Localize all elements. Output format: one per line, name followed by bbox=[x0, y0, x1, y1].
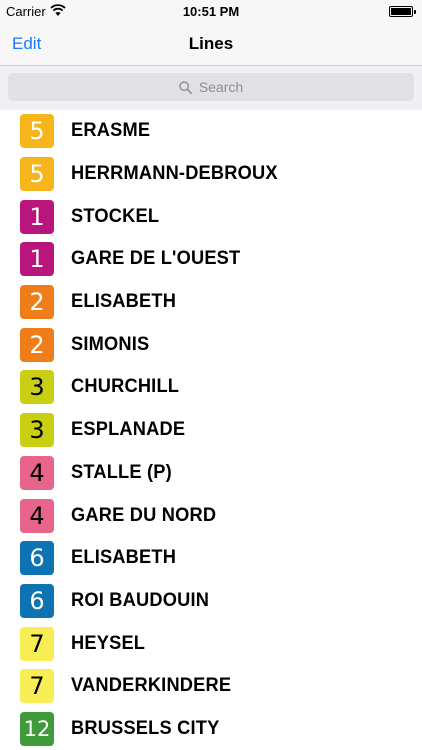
search-placeholder: Search bbox=[198, 79, 244, 95]
status-bar: Carrier 10:51 PM bbox=[0, 0, 422, 22]
line-number-badge: 2 bbox=[20, 285, 54, 320]
line-number-badge: 5 bbox=[20, 157, 54, 192]
line-number-badge: 3 bbox=[20, 413, 54, 448]
line-number-badge: 2 bbox=[20, 327, 54, 362]
line-number-badge: 1 bbox=[20, 242, 54, 277]
line-row[interactable]: 6 ELISABETH bbox=[0, 537, 422, 580]
line-destination: BRUSSELS CITY bbox=[71, 717, 220, 739]
line-destination: GARE DE L'OUEST bbox=[71, 248, 241, 270]
line-number-badge: 7 bbox=[20, 669, 54, 704]
line-destination: CHURCHILL bbox=[71, 376, 180, 398]
line-number-badge: 3 bbox=[20, 370, 54, 405]
line-row[interactable]: 1 GARE DE L'OUEST bbox=[0, 238, 422, 281]
status-time: 10:51 PM bbox=[182, 4, 240, 19]
line-number-badge: 6 bbox=[20, 541, 54, 576]
line-row[interactable]: 3 CHURCHILL bbox=[0, 366, 422, 409]
line-row[interactable]: 5 HERRMANN-DEBROUX bbox=[0, 153, 422, 196]
line-destination: HEYSEL bbox=[71, 632, 146, 654]
line-number-badge: 4 bbox=[20, 455, 54, 490]
line-row[interactable]: 7 HEYSEL bbox=[0, 622, 422, 665]
search-input[interactable]: Search bbox=[8, 73, 414, 101]
navigation-bar: Edit Lines bbox=[0, 22, 422, 66]
line-number-badge: 7 bbox=[20, 626, 54, 661]
line-destination: STOCKEL bbox=[71, 205, 160, 227]
lines-list: 5 ERASME 5 HERRMANN-DEBROUX 1 STOCKEL 1 GARE DE… bbox=[0, 110, 422, 750]
line-destination: ROI BAUDOUIN bbox=[71, 589, 210, 611]
line-number-badge: 1 bbox=[20, 199, 54, 234]
line-number-badge: 4 bbox=[20, 498, 54, 533]
line-destination: ERASME bbox=[71, 120, 151, 142]
line-destination: VANDERKINDERE bbox=[71, 675, 232, 697]
line-row[interactable]: 4 STALLE (P) bbox=[0, 452, 422, 495]
line-number-badge: 12 bbox=[20, 711, 54, 746]
line-destination: HERRMANN-DEBROUX bbox=[71, 163, 278, 185]
line-number-badge: 5 bbox=[20, 114, 54, 149]
page-title: Lines bbox=[188, 34, 234, 53]
search-bar: Search bbox=[0, 66, 422, 110]
line-row[interactable]: 6 ROI BAUDOUIN bbox=[0, 580, 422, 623]
line-number-badge: 6 bbox=[20, 583, 54, 618]
line-row[interactable]: 4 GARE DU NORD bbox=[0, 494, 422, 537]
line-row[interactable]: 1 STOCKEL bbox=[0, 195, 422, 238]
search-icon bbox=[179, 80, 192, 94]
battery-icon bbox=[389, 6, 416, 17]
line-row[interactable]: 7 VANDERKINDERE bbox=[0, 665, 422, 708]
line-row[interactable]: 5 ERASME bbox=[0, 110, 422, 153]
line-row[interactable]: 3 ESPLANADE bbox=[0, 409, 422, 452]
line-destination: GARE DU NORD bbox=[71, 504, 217, 526]
line-destination: ELISABETH bbox=[71, 547, 177, 569]
line-row[interactable]: 2 ELISABETH bbox=[0, 281, 422, 324]
line-destination: STALLE (P) bbox=[71, 461, 172, 483]
line-destination: SIMONIS bbox=[71, 333, 150, 355]
line-destination: ESPLANADE bbox=[71, 419, 186, 441]
line-destination: ELISABETH bbox=[71, 291, 177, 313]
line-row[interactable]: 2 SIMONIS bbox=[0, 323, 422, 366]
line-row[interactable]: 12 BRUSSELS CITY bbox=[0, 708, 422, 750]
